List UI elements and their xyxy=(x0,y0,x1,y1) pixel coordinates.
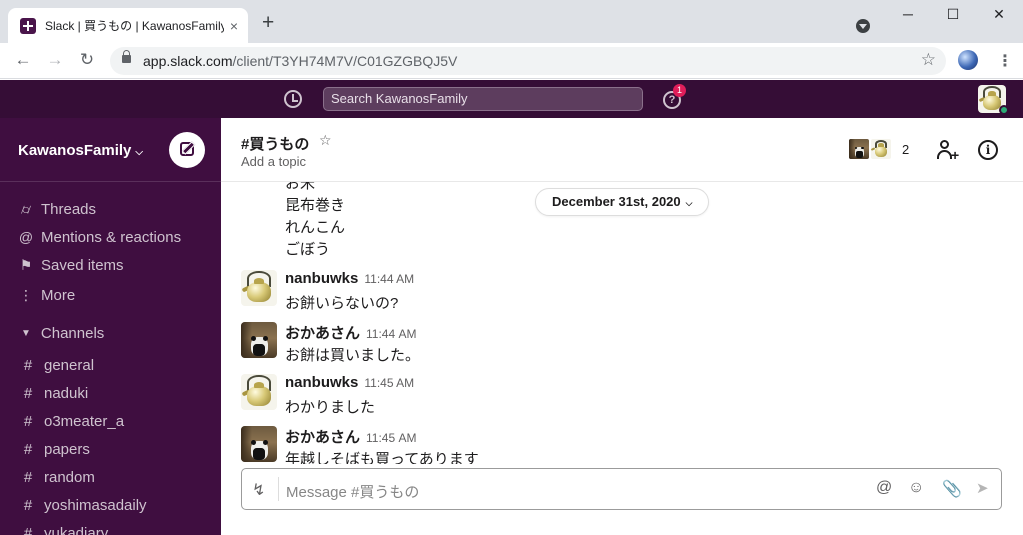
hash-icon: # xyxy=(23,384,33,402)
history-clock-icon[interactable] xyxy=(284,90,302,108)
composer-divider xyxy=(278,477,279,501)
hash-icon: # xyxy=(23,468,33,486)
add-people-icon[interactable]: + xyxy=(937,139,959,162)
back-arrow-icon[interactable]: ← xyxy=(12,50,34,70)
member-avatar[interactable] xyxy=(848,138,870,160)
workspace-header[interactable]: KawanosFamily ⌵ xyxy=(0,118,221,182)
message-text: お米 xyxy=(285,182,316,192)
sidebar-item-saved[interactable]: ⚑ Saved items xyxy=(0,251,221,279)
chevron-down-icon: ⌵ xyxy=(135,147,143,158)
tab-close-icon[interactable]: × xyxy=(230,18,238,34)
message-timestamp[interactable]: 11:45 AM xyxy=(364,376,414,390)
member-count[interactable]: 2 xyxy=(902,142,909,157)
browser-tabstrip: Slack | 買うもの | KawanosFamily × + ─ ☐ ✕ xyxy=(0,0,1023,43)
message-author[interactable]: nanbuwks 11:45 AM xyxy=(285,374,414,391)
bookmark-star-icon[interactable]: ☆ xyxy=(921,50,936,70)
hash-icon: # xyxy=(23,356,33,374)
hash-icon: # xyxy=(23,412,33,430)
browser-profile-icon[interactable] xyxy=(958,50,978,70)
date-divider-button[interactable]: December 31st, 2020 ⌵ xyxy=(535,188,710,216)
star-icon[interactable]: ☆ xyxy=(319,132,332,149)
reload-icon[interactable]: ↻ xyxy=(76,50,98,70)
more-icon: ⋮ xyxy=(19,286,33,303)
sidebar-item-mentions[interactable]: @ Mentions & reactions xyxy=(0,223,221,251)
help-notification-badge: 1 xyxy=(673,84,686,97)
sidebar-item-channel[interactable]: # o3meater_a xyxy=(0,407,221,435)
sidebar-item-channel[interactable]: # papers xyxy=(0,435,221,463)
presence-dot xyxy=(999,105,1009,115)
message-list: お米 昆布巻き れんこん ごぼう December 31st, 2020 ⌵ na… xyxy=(221,182,1023,464)
address-bar[interactable]: app.slack.com/client/T3YH74M7V/C01GZGBQJ… xyxy=(110,47,946,75)
attach-paperclip-icon[interactable]: 📎 xyxy=(942,479,962,499)
emoji-icon[interactable]: ☺ xyxy=(908,479,924,497)
slack-topbar: Search KawanosFamily ? 1 xyxy=(0,80,1023,118)
message-text: 昆布巻き xyxy=(285,197,346,214)
sidebar-item-channel[interactable]: # yoshimasadaily xyxy=(0,491,221,519)
message-author[interactable]: おかあさん 11:44 AM xyxy=(285,322,417,343)
sidebar-item-channel[interactable]: # naduki xyxy=(0,379,221,407)
member-avatar[interactable] xyxy=(870,138,892,160)
maximize-button[interactable]: ☐ xyxy=(943,6,963,23)
avatar[interactable] xyxy=(241,270,277,306)
message-text: ごぼう xyxy=(285,241,331,258)
compose-icon xyxy=(180,142,194,156)
new-tab-button[interactable]: + xyxy=(262,12,274,33)
browser-toolbar: ← → ↻ app.slack.com/client/T3YH74M7V/C01… xyxy=(0,43,1023,79)
message-author[interactable]: おかあさん 11:45 AM xyxy=(285,426,417,447)
avatar[interactable] xyxy=(241,322,277,358)
search-input[interactable]: Search KawanosFamily xyxy=(323,87,643,111)
at-icon: @ xyxy=(18,229,34,245)
close-window-button[interactable]: ✕ xyxy=(989,6,1009,23)
hash-icon: # xyxy=(23,496,33,514)
sidebar-item-channel[interactable]: # yukadiary xyxy=(0,519,221,535)
message-text: お餅いらないの? xyxy=(285,295,399,312)
media-control-icon[interactable] xyxy=(856,19,870,33)
browser-menu-icon[interactable]: ⋮ xyxy=(997,51,1013,71)
tab-title: Slack | 買うもの | KawanosFamily xyxy=(45,19,224,33)
channel-view: #買うもの ☆ Add a topic 2 + i お米 昆布巻き れんこん ご… xyxy=(221,118,1023,535)
chevron-down-icon: ⌵ xyxy=(685,198,693,208)
hash-icon: # xyxy=(23,524,33,535)
message-input[interactable]: Message #買うもの xyxy=(286,481,419,502)
workspace-name[interactable]: KawanosFamily ⌵ xyxy=(18,142,143,159)
browser-tab[interactable]: Slack | 買うもの | KawanosFamily × xyxy=(8,8,248,43)
sidebar-item-threads[interactable]: ⌭ Threads xyxy=(0,195,221,223)
avatar[interactable] xyxy=(241,374,277,410)
sidebar-item-channel[interactable]: # general xyxy=(0,351,221,379)
message-text: わかりました xyxy=(285,399,376,416)
shortcuts-lightning-icon[interactable]: ↯ xyxy=(252,480,265,500)
channel-header: #買うもの ☆ Add a topic 2 + i xyxy=(221,118,1023,182)
message-text: 年越しそばも買ってあります xyxy=(285,451,479,464)
threads-icon: ⌭ xyxy=(20,200,32,217)
compose-button[interactable] xyxy=(169,132,205,168)
sidebar-item-more[interactable]: ⋮ More xyxy=(0,281,221,309)
caret-down-icon: ▼ xyxy=(21,327,31,339)
channels-section-header[interactable]: ▼ Channels xyxy=(0,319,221,347)
slack-favicon-icon xyxy=(20,17,36,34)
minimize-button[interactable]: ─ xyxy=(898,6,918,22)
message-composer[interactable]: ↯ Message #買うもの @ ☺ 📎 ➤ xyxy=(241,468,1002,510)
sidebar-item-channel[interactable]: # random xyxy=(0,463,221,491)
hash-icon: # xyxy=(23,440,33,458)
channel-title[interactable]: #買うもの xyxy=(241,133,309,154)
message-author[interactable]: nanbuwks 11:44 AM xyxy=(285,270,414,287)
mention-icon[interactable]: @ xyxy=(876,479,892,497)
message-text: れんこん xyxy=(285,219,346,236)
message-timestamp[interactable]: 11:45 AM xyxy=(366,431,416,445)
add-topic-link[interactable]: Add a topic xyxy=(241,154,306,169)
avatar[interactable] xyxy=(241,426,277,462)
message-text: お餅は買いました。 xyxy=(285,347,421,364)
url-text[interactable]: app.slack.com/client/T3YH74M7V/C01GZGBQJ… xyxy=(143,53,457,69)
send-icon[interactable]: ➤ xyxy=(976,479,989,497)
forward-arrow-icon[interactable]: → xyxy=(44,50,66,70)
bookmark-icon: ⚑ xyxy=(19,256,33,273)
sidebar: KawanosFamily ⌵ ⌭ Threads @ Mentions & reac… xyxy=(0,118,221,535)
lock-icon[interactable] xyxy=(122,50,131,63)
message-timestamp[interactable]: 11:44 AM xyxy=(364,272,414,286)
message-timestamp[interactable]: 11:44 AM xyxy=(366,327,416,341)
info-icon[interactable]: i xyxy=(978,140,998,160)
